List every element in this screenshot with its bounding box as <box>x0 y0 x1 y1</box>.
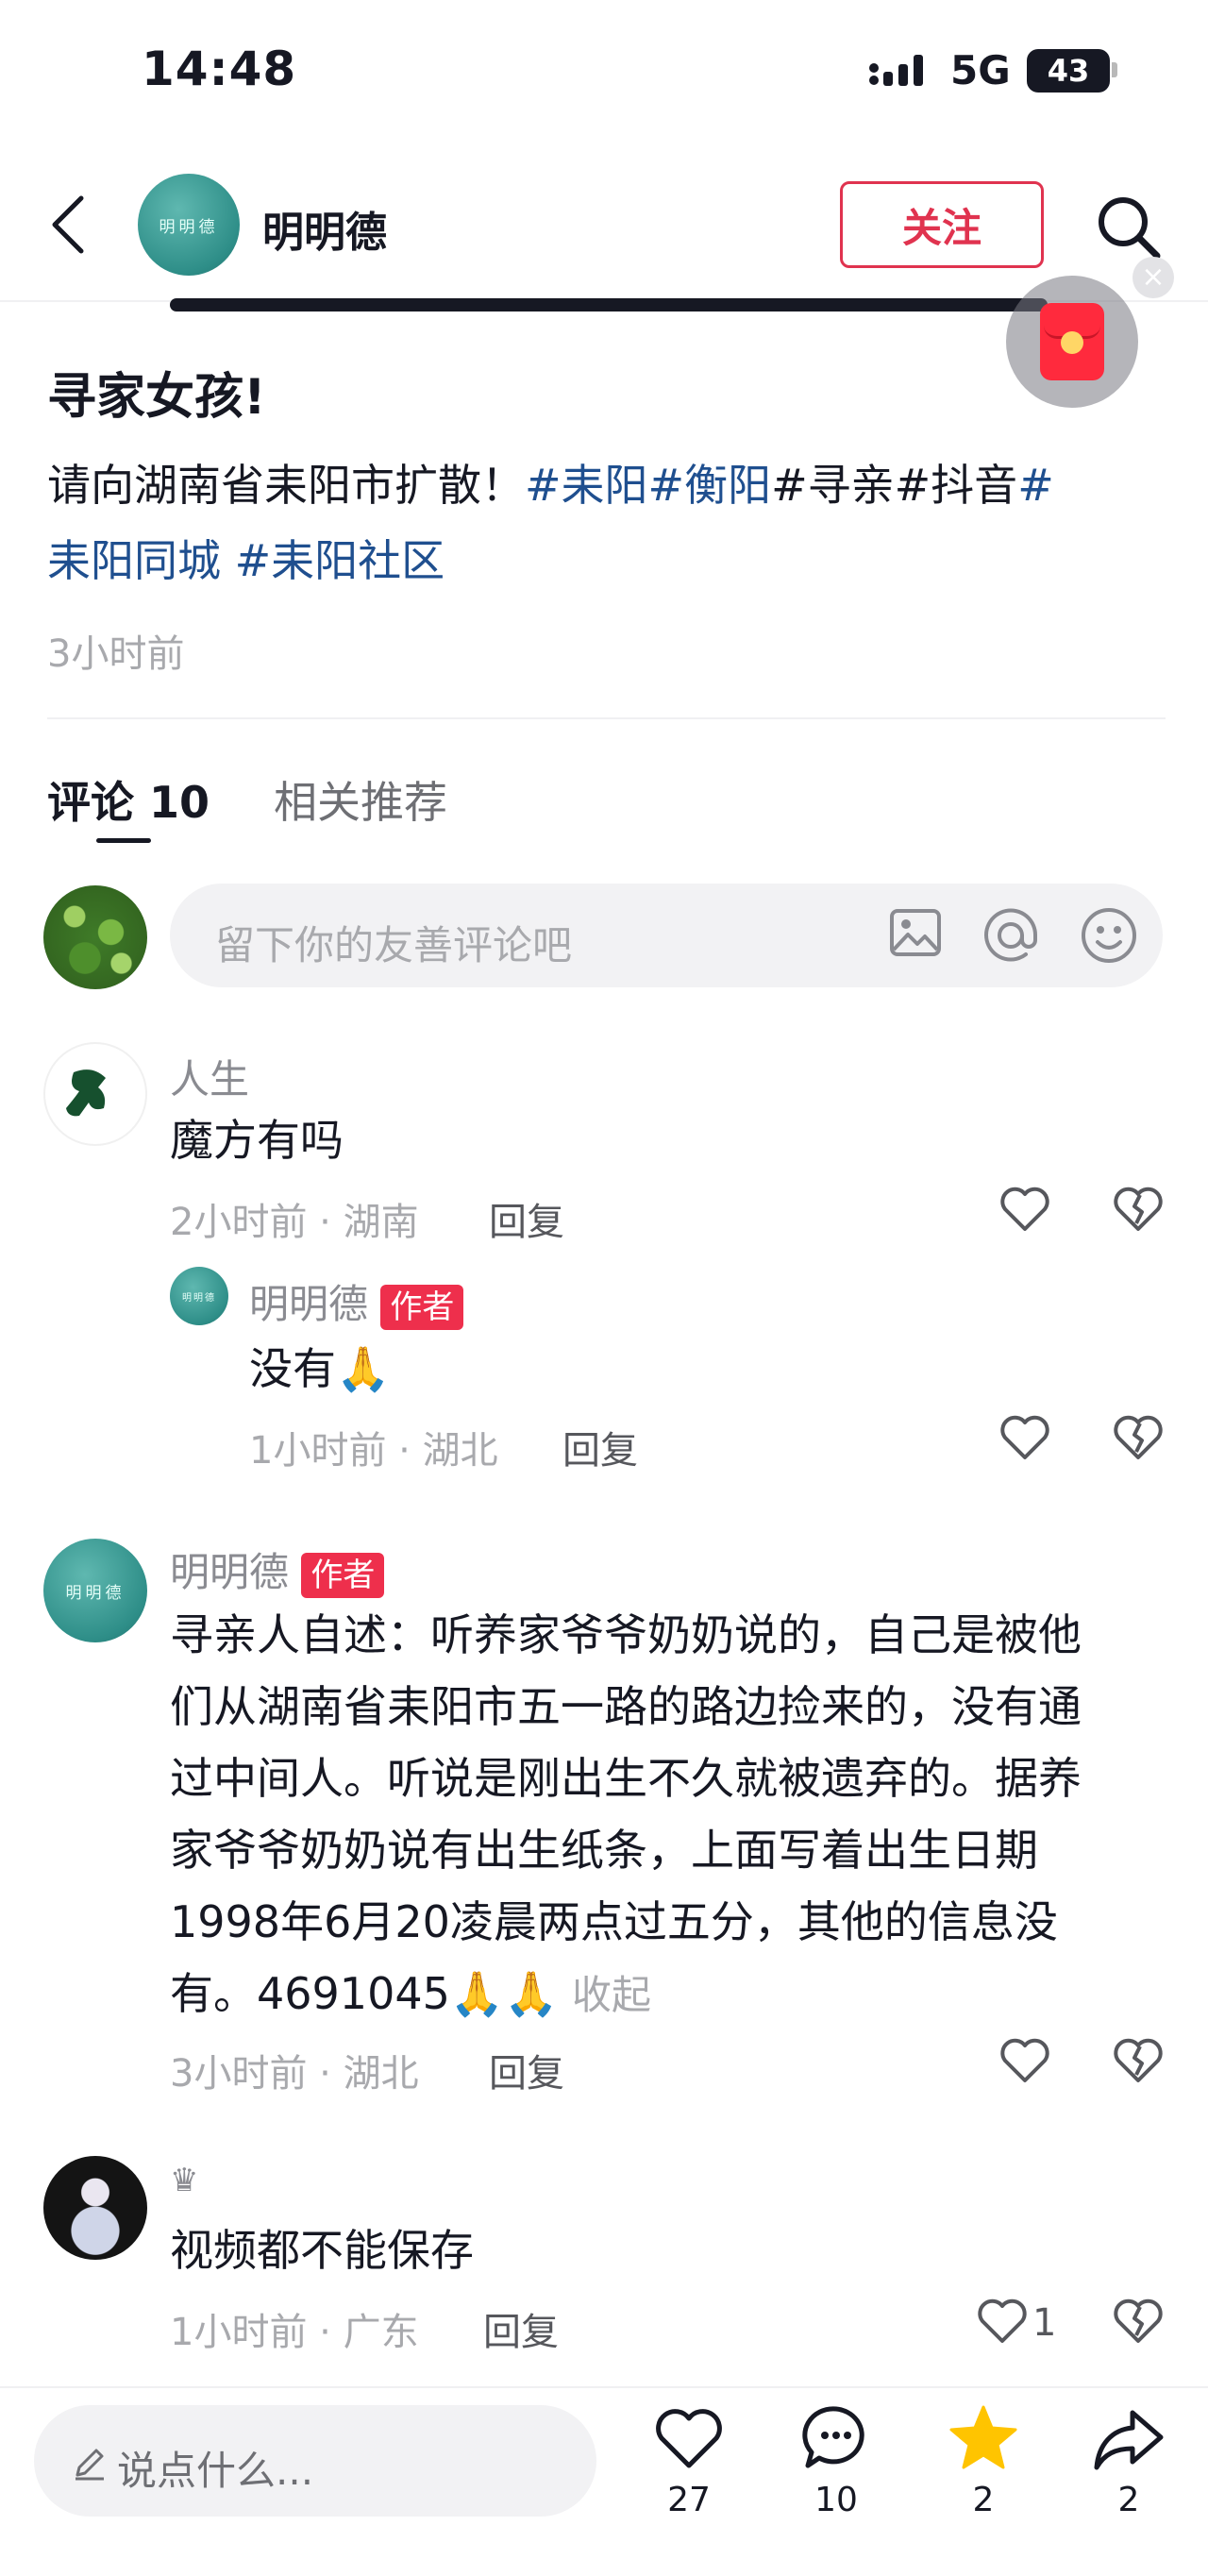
red-packet-button[interactable] <box>1006 276 1138 408</box>
reply-button[interactable]: 回复 <box>562 1420 638 1474</box>
favorite-count: 2 <box>972 2481 995 2519</box>
comment-text: 视频都不能保存 <box>170 2225 474 2276</box>
commenter-avatar[interactable] <box>43 1042 147 1146</box>
dislike-icon[interactable] <box>1112 2037 1165 2084</box>
comment-icon[interactable] <box>802 2403 870 2471</box>
status-time: 14:48 <box>142 42 297 96</box>
tab-comments-count: 10 <box>149 777 210 828</box>
comment-meta: 1小时前 · 湖北 <box>249 1429 498 1473</box>
comment-author[interactable]: 明明德 作者 <box>249 1272 464 1330</box>
author-avatar[interactable]: 明明德 <box>138 174 240 276</box>
post-body: 请向湖南省耒阳市扩散！#耒阳#衡阳#寻亲#抖音# 耒阳同城 #耒阳社区 <box>47 447 1161 598</box>
comment-text: 寻亲人自述：听养家爷爷奶奶说的，自己是被他 们从湖南省耒阳市五一路的路边捡来的，… <box>170 1599 1170 2031</box>
hashtag-link[interactable]: #衡阳 <box>648 460 772 511</box>
say-something-placeholder: 说点什么... <box>117 2448 314 2494</box>
post-time: 3小时前 <box>47 632 185 676</box>
comment-author-name: 明明德 <box>249 1281 369 1327</box>
red-packet-icon <box>1040 303 1104 380</box>
search-icon[interactable] <box>1095 194 1163 261</box>
hashtag-link[interactable]: # <box>1017 460 1054 511</box>
comment-author[interactable]: 人生 <box>170 1048 249 1105</box>
share-icon[interactable] <box>1093 2409 1165 2471</box>
share-count: 2 <box>1117 2481 1140 2519</box>
tab-comments-label: 评论 <box>47 777 134 828</box>
like-icon[interactable] <box>976 2298 1029 2345</box>
comment-line: 们从湖南省耒阳市五一路的路边捡来的，没有通 <box>170 1681 1082 1732</box>
comment-line: 有。4691045🙏🙏 <box>170 1968 559 2019</box>
comment-input-placeholder: 留下你的友善评论吧 <box>215 922 573 968</box>
dislike-icon[interactable] <box>1112 1186 1165 1233</box>
reply-button[interactable]: 回复 <box>489 2043 564 2097</box>
post-title: 寻家女孩! <box>47 369 266 426</box>
emoji-icon[interactable] <box>1080 906 1138 965</box>
author-badge: 作者 <box>380 1285 464 1330</box>
tab-indicator <box>96 838 151 843</box>
battery-level: 43 <box>1047 53 1090 89</box>
comment-count: 10 <box>814 2481 858 2519</box>
comment-text: 魔方有吗 <box>170 1115 344 1166</box>
like-button[interactable] <box>653 2407 725 2471</box>
hashtag-link[interactable]: #耒阳社区 <box>235 535 445 586</box>
at-icon[interactable] <box>982 906 1040 965</box>
divider <box>47 717 1166 719</box>
author-name[interactable]: 明明德 <box>262 198 387 259</box>
image-icon[interactable] <box>889 908 942 957</box>
comment-text: 没有🙏 <box>249 1343 391 1394</box>
comment-line: 1998年6月20凌晨两点过五分，其他的信息没 <box>170 1896 1058 1947</box>
dislike-icon[interactable] <box>1112 1414 1165 1461</box>
battery-icon: 43 <box>1027 49 1110 93</box>
reply-avatar[interactable]: 明明德 <box>170 1267 228 1325</box>
post-text: 请向湖南省耒阳市扩散！ <box>47 460 525 511</box>
commenter-avatar[interactable] <box>43 2156 147 2260</box>
comment-line: 过中间人。听说是刚出生不久就被遗弃的。据养 <box>170 1753 1082 1804</box>
star-icon[interactable] <box>948 2403 1019 2471</box>
follow-button[interactable]: 关注 <box>840 181 1044 268</box>
hashtag-link[interactable]: #耒阳 <box>525 460 648 511</box>
dislike-icon[interactable] <box>1112 2298 1165 2345</box>
like-icon[interactable] <box>998 1186 1051 1233</box>
comment-meta: 1小时前 · 广东 <box>170 2311 419 2354</box>
reply-button[interactable]: 回复 <box>489 1191 564 1246</box>
hashtag-link[interactable]: 耒阳同城 <box>47 535 221 586</box>
comment-line: 寻亲人自述：听养家爷爷奶奶说的，自己是被他 <box>170 1609 1082 1660</box>
post-text: #寻亲#抖音 <box>771 460 1018 511</box>
back-icon[interactable] <box>49 194 87 255</box>
tab-related[interactable]: 相关推荐 <box>274 768 447 831</box>
commenter-avatar[interactable]: 明明德 <box>43 1539 147 1642</box>
close-icon[interactable]: × <box>1132 257 1174 298</box>
comment-author[interactable]: ♛ <box>170 2162 198 2199</box>
pencil-icon <box>72 2445 108 2481</box>
comment-meta: 3小时前 · 湖北 <box>170 2052 419 2096</box>
comment-author-name: 明明德 <box>170 1549 290 1595</box>
like-icon[interactable] <box>998 2037 1051 2084</box>
battery-tip <box>1112 62 1117 77</box>
reply-button[interactable]: 回复 <box>483 2301 559 2356</box>
network-type: 5G <box>950 47 1011 93</box>
tab-comments[interactable]: 评论 10 <box>47 768 210 831</box>
comment-author[interactable]: 明明德 作者 <box>170 1541 385 1598</box>
comment-line: 家爷爷奶奶说有出生纸条，上面写着出生日期 <box>170 1825 1038 1876</box>
collapse-button[interactable]: 收起 <box>572 1972 651 2018</box>
comment-meta: 2小时前 · 湖南 <box>170 1201 419 1244</box>
like-count: 27 <box>667 2481 711 2519</box>
signal-icon <box>868 49 934 87</box>
progress-bar <box>170 298 1048 311</box>
author-badge: 作者 <box>301 1553 385 1598</box>
like-icon[interactable] <box>998 1414 1051 1461</box>
like-count: 1 <box>1032 2301 1057 2345</box>
my-avatar <box>43 885 147 989</box>
